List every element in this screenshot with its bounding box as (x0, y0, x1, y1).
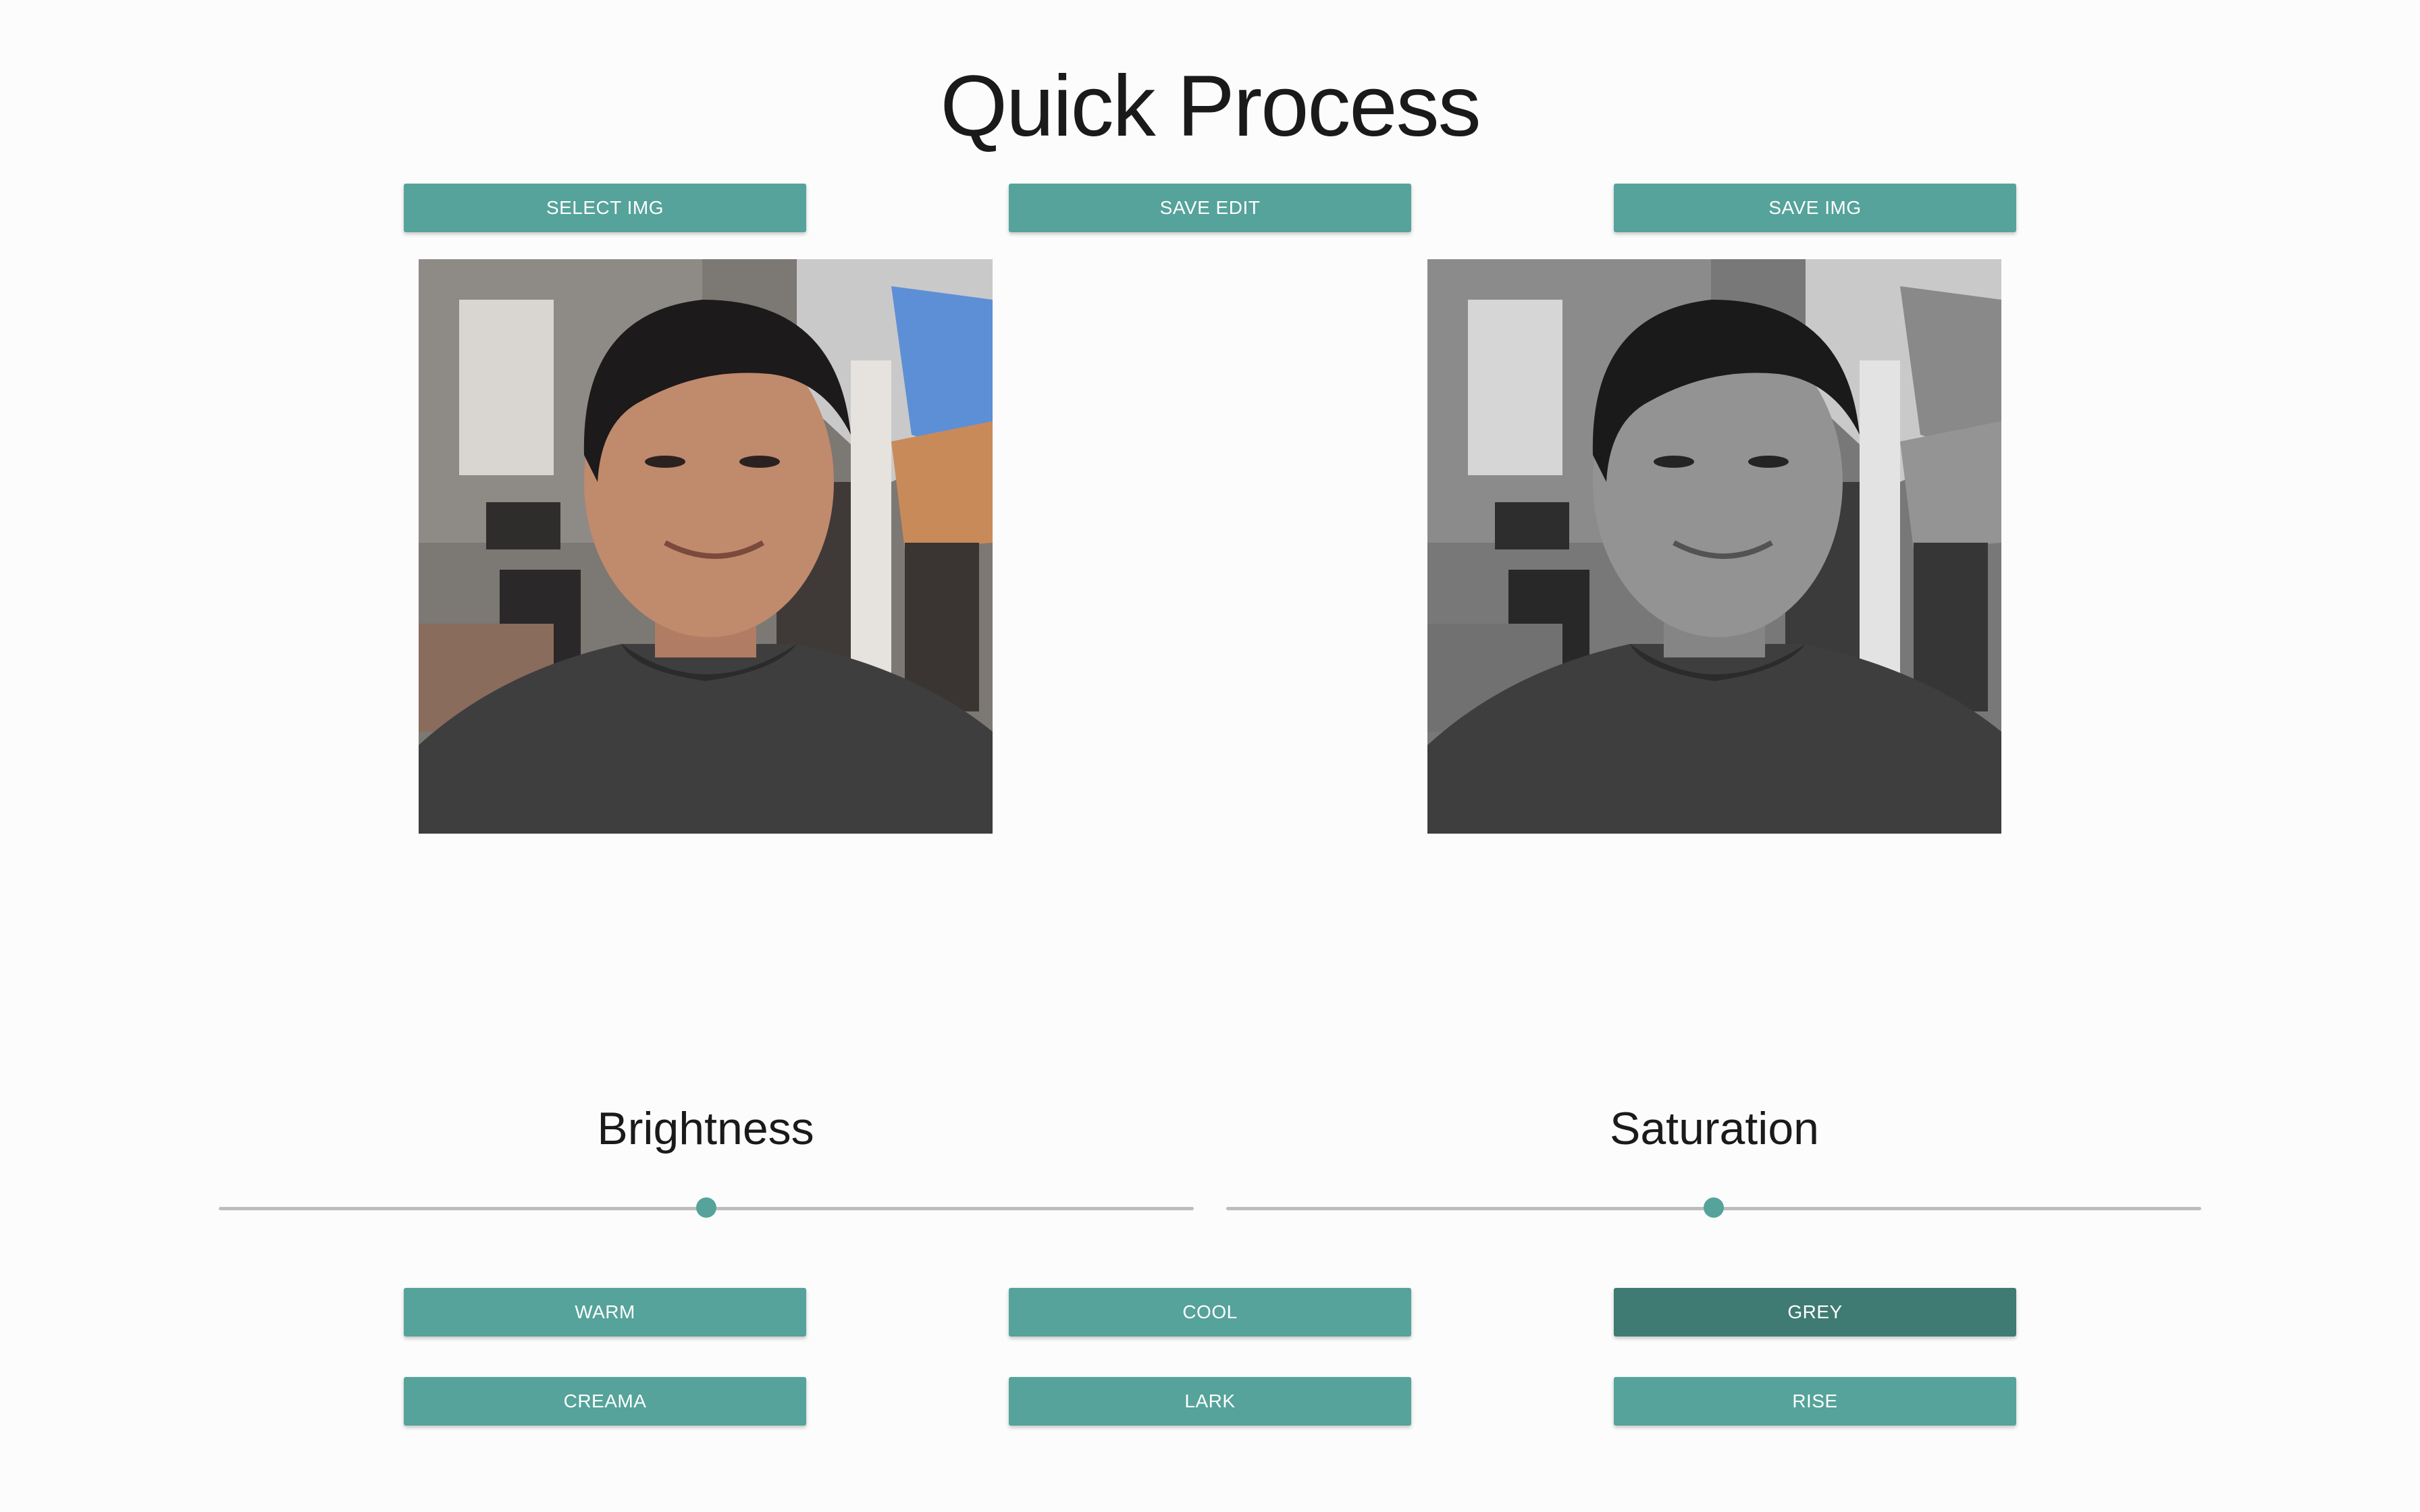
app-root: Quick Process SELECT IMG SAVE EDIT SAVE … (0, 0, 2420, 1512)
page-title: Quick Process (940, 58, 1481, 155)
filter-lark-button[interactable]: LARK (1009, 1377, 1411, 1426)
save-edit-button[interactable]: SAVE EDIT (1009, 184, 1411, 232)
filter-rise-button[interactable]: RISE (1614, 1377, 2016, 1426)
filter-creama-button[interactable]: CREAMA (404, 1377, 806, 1426)
filter-warm-button[interactable]: WARM (404, 1288, 806, 1336)
filter-cool-button[interactable]: COOL (1009, 1288, 1411, 1336)
saturation-slider[interactable] (1226, 1195, 2201, 1222)
save-img-button[interactable]: SAVE IMG (1614, 184, 2016, 232)
saturation-slider-thumb[interactable] (1704, 1197, 1724, 1218)
brightness-slider-thumb[interactable] (696, 1197, 716, 1218)
select-img-button[interactable]: SELECT IMG (404, 184, 806, 232)
portrait-photo-grey (1427, 259, 2001, 834)
original-image (419, 259, 993, 834)
portrait-photo (419, 259, 993, 834)
brightness-slider[interactable] (219, 1195, 1194, 1222)
saturation-label: Saturation (1610, 1103, 1819, 1154)
edited-image (1427, 259, 2001, 834)
filter-grey-button[interactable]: GREY (1614, 1288, 2016, 1336)
brightness-label: Brightness (597, 1103, 814, 1154)
